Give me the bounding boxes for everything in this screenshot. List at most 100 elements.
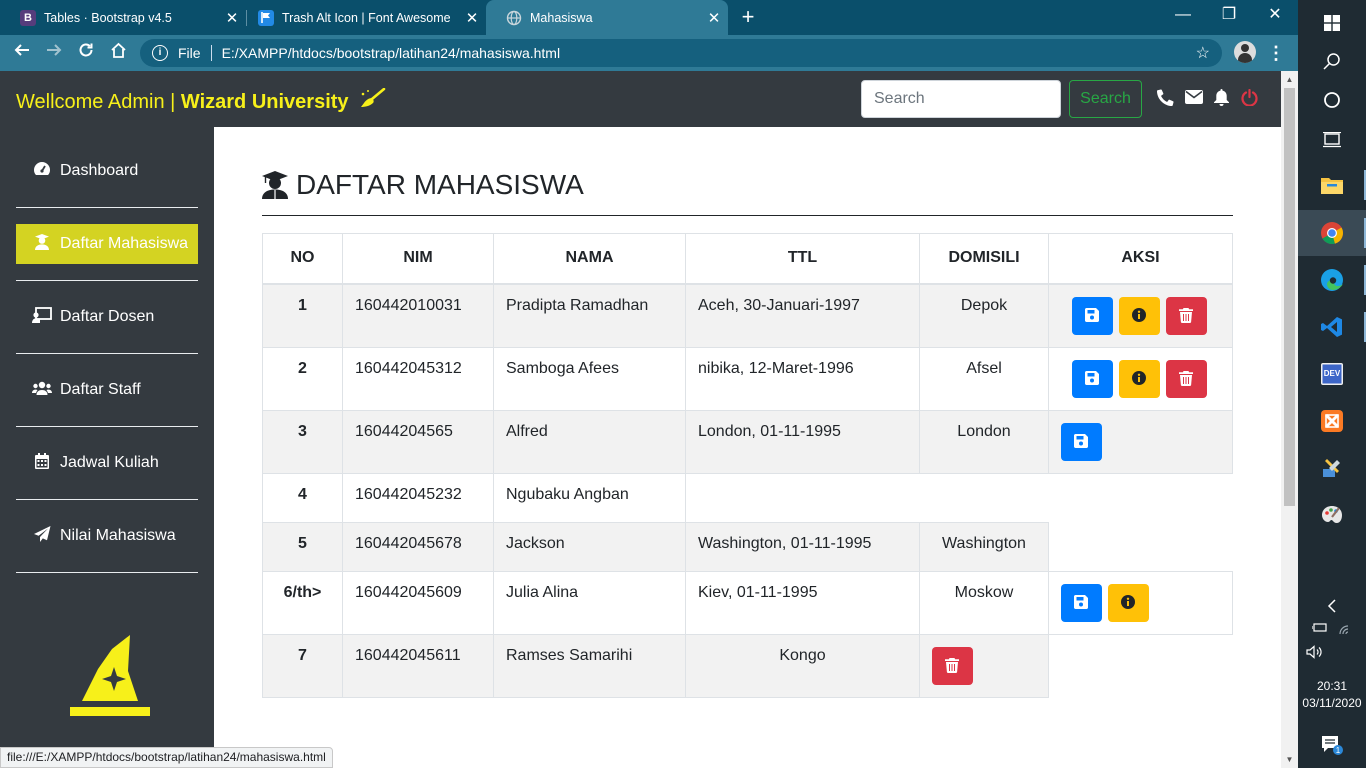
table-row: 1 160442010031 Pradipta Ramadhan Aceh, 3… xyxy=(262,283,1233,348)
sidebar-item-daftar-staff[interactable]: Daftar Staff xyxy=(16,370,198,410)
table-row: 6/th> 160442045609 Julia Alina Kiev, 01-… xyxy=(262,570,1233,635)
cell-nim: 160442010031 xyxy=(342,283,494,348)
chalkboard-teacher-icon xyxy=(32,307,52,327)
xampp-icon[interactable] xyxy=(1298,398,1366,444)
trash-icon xyxy=(1179,370,1194,386)
cell-no: 7 xyxy=(262,633,343,698)
scheme-label: File xyxy=(178,45,201,61)
save-icon xyxy=(1084,370,1099,385)
cell-no: 6/th> xyxy=(262,570,343,635)
cell-nama: Jackson xyxy=(493,521,686,572)
vscode-icon[interactable] xyxy=(1298,304,1366,350)
tab-mahasiswa[interactable]: Mahasiswa ✕ xyxy=(486,0,728,35)
back-icon[interactable] xyxy=(8,39,36,67)
cell-no: 5 xyxy=(262,521,343,572)
info-button[interactable] xyxy=(1119,359,1160,398)
info-icon xyxy=(1121,594,1136,609)
save-button[interactable] xyxy=(1071,359,1113,398)
sidebar-item-daftar-mahasiswa[interactable]: Daftar Mahasiswa xyxy=(16,224,198,264)
info-icon xyxy=(1132,370,1146,385)
sidebar-item-dashboard[interactable]: Dashboard xyxy=(16,151,198,191)
search-input[interactable] xyxy=(861,80,1061,118)
close-icon[interactable]: ✕ xyxy=(700,9,728,27)
column-header: DOMISILI xyxy=(919,233,1049,285)
url-text: E:/XAMPP/htdocs/bootstrap/latihan24/maha… xyxy=(221,45,561,61)
new-tab-button[interactable]: + xyxy=(736,3,760,31)
power-icon[interactable] xyxy=(1238,88,1260,111)
home-icon[interactable] xyxy=(104,39,132,67)
browser-tab-strip: B Tables · Bootstrap v4.5 ✕ Trash Alt Ic… xyxy=(0,0,1298,35)
menu-kebab-icon[interactable]: ⋮ xyxy=(1266,39,1286,67)
save-button[interactable] xyxy=(1061,422,1102,461)
sidebar-divider xyxy=(16,353,198,354)
minimize-icon[interactable]: — xyxy=(1160,0,1206,32)
cell-nama: Samboga Afees xyxy=(493,346,686,411)
paint-icon[interactable] xyxy=(1298,492,1366,538)
info-button[interactable] xyxy=(1108,583,1150,622)
scroll-up-arrow-icon[interactable]: ▲ xyxy=(1281,71,1298,88)
sidebar-item-daftar-dosen[interactable]: Daftar Dosen xyxy=(16,297,198,337)
empty-cell xyxy=(686,473,1233,522)
cell-nim: 160442045609 xyxy=(342,570,494,635)
bell-icon[interactable] xyxy=(1210,89,1232,111)
notification-icon[interactable]: 1 xyxy=(1298,722,1366,768)
search-button[interactable]: Search xyxy=(1069,80,1142,118)
mahasiswa-table: NO NIM NAMA TTL DOMISILI AKSI 1 16044201… xyxy=(262,233,1233,698)
profile-avatar[interactable] xyxy=(1234,41,1256,63)
tab-bootstrap-tables[interactable]: B Tables · Bootstrap v4.5 ✕ xyxy=(0,0,246,35)
cell-no: 3 xyxy=(262,409,343,474)
scroll-thumb[interactable] xyxy=(1284,88,1295,506)
forward-icon[interactable] xyxy=(40,39,68,67)
task-view-icon[interactable] xyxy=(1298,117,1366,163)
close-icon[interactable]: ✕ xyxy=(458,9,486,27)
volume-icon[interactable] xyxy=(1298,632,1366,672)
info-icon xyxy=(1132,307,1146,322)
bookmark-star-icon[interactable]: ☆ xyxy=(1196,43,1210,63)
cell-ttl: Kongo xyxy=(685,633,920,698)
user-graduate-icon xyxy=(32,234,52,254)
save-icon xyxy=(1074,594,1088,609)
table-row: 5 160442045678 Jackson Washington, 01-11… xyxy=(262,521,1233,572)
info-button[interactable] xyxy=(1119,296,1160,335)
tools-icon[interactable] xyxy=(1298,445,1366,491)
tab-title: Mahasiswa xyxy=(530,10,593,25)
delete-button[interactable] xyxy=(1166,296,1208,335)
sidebar-item-label: Daftar Mahasiswa xyxy=(60,235,189,252)
address-bar[interactable]: i File E:/XAMPP/htdocs/bootstrap/latihan… xyxy=(140,39,1222,67)
sidebar-divider xyxy=(16,280,198,281)
envelope-icon[interactable] xyxy=(1183,89,1205,111)
sidebar-item-jadwal-kuliah[interactable]: Jadwal Kuliah xyxy=(16,443,198,483)
delete-button[interactable] xyxy=(1166,359,1208,398)
edge-icon[interactable] xyxy=(1298,257,1366,303)
site-info-icon[interactable]: i xyxy=(152,45,168,61)
windows-taskbar: DEV 20:31 03/11/2020 1 xyxy=(1298,0,1366,768)
save-icon xyxy=(1084,307,1099,322)
scroll-down-arrow-icon[interactable]: ▼ xyxy=(1281,751,1298,768)
cell-nama: Julia Alina xyxy=(493,570,686,635)
trash-icon xyxy=(1179,307,1194,323)
save-button[interactable] xyxy=(1061,583,1102,622)
dev-icon[interactable]: DEV xyxy=(1298,351,1366,397)
tab-font-awesome[interactable]: Trash Alt Icon | Font Awesome ✕ xyxy=(238,0,486,35)
page-title: DAFTAR MAHASISWA xyxy=(262,169,584,201)
save-button[interactable] xyxy=(1071,296,1113,335)
system-clock[interactable]: 20:31 03/11/2020 xyxy=(1298,678,1366,712)
cell-aksi xyxy=(1048,283,1233,348)
phone-icon[interactable] xyxy=(1154,89,1176,111)
user-graduate-icon xyxy=(262,171,288,199)
sidebar-item-label: Nilai Mahasiswa xyxy=(60,527,176,544)
bootstrap-icon: B xyxy=(20,9,36,26)
file-explorer-icon[interactable] xyxy=(1298,162,1366,208)
delete-button[interactable] xyxy=(932,646,973,685)
brand[interactable]: Wellcome Admin | Wizard University xyxy=(16,87,386,114)
sidebar-item-label: Daftar Dosen xyxy=(60,308,155,325)
column-header: TTL xyxy=(685,233,920,285)
close-window-icon[interactable]: ✕ xyxy=(1252,0,1298,32)
reload-icon[interactable] xyxy=(72,39,100,67)
restore-icon[interactable]: ❐ xyxy=(1206,0,1252,32)
tachometer-icon xyxy=(32,161,52,181)
sidebar-item-nilai-mahasiswa[interactable]: Nilai Mahasiswa xyxy=(16,516,198,556)
cell-nama: Alfred xyxy=(493,409,686,474)
chrome-icon[interactable] xyxy=(1298,210,1366,256)
vertical-scrollbar[interactable]: ▲ ▼ xyxy=(1281,71,1298,768)
